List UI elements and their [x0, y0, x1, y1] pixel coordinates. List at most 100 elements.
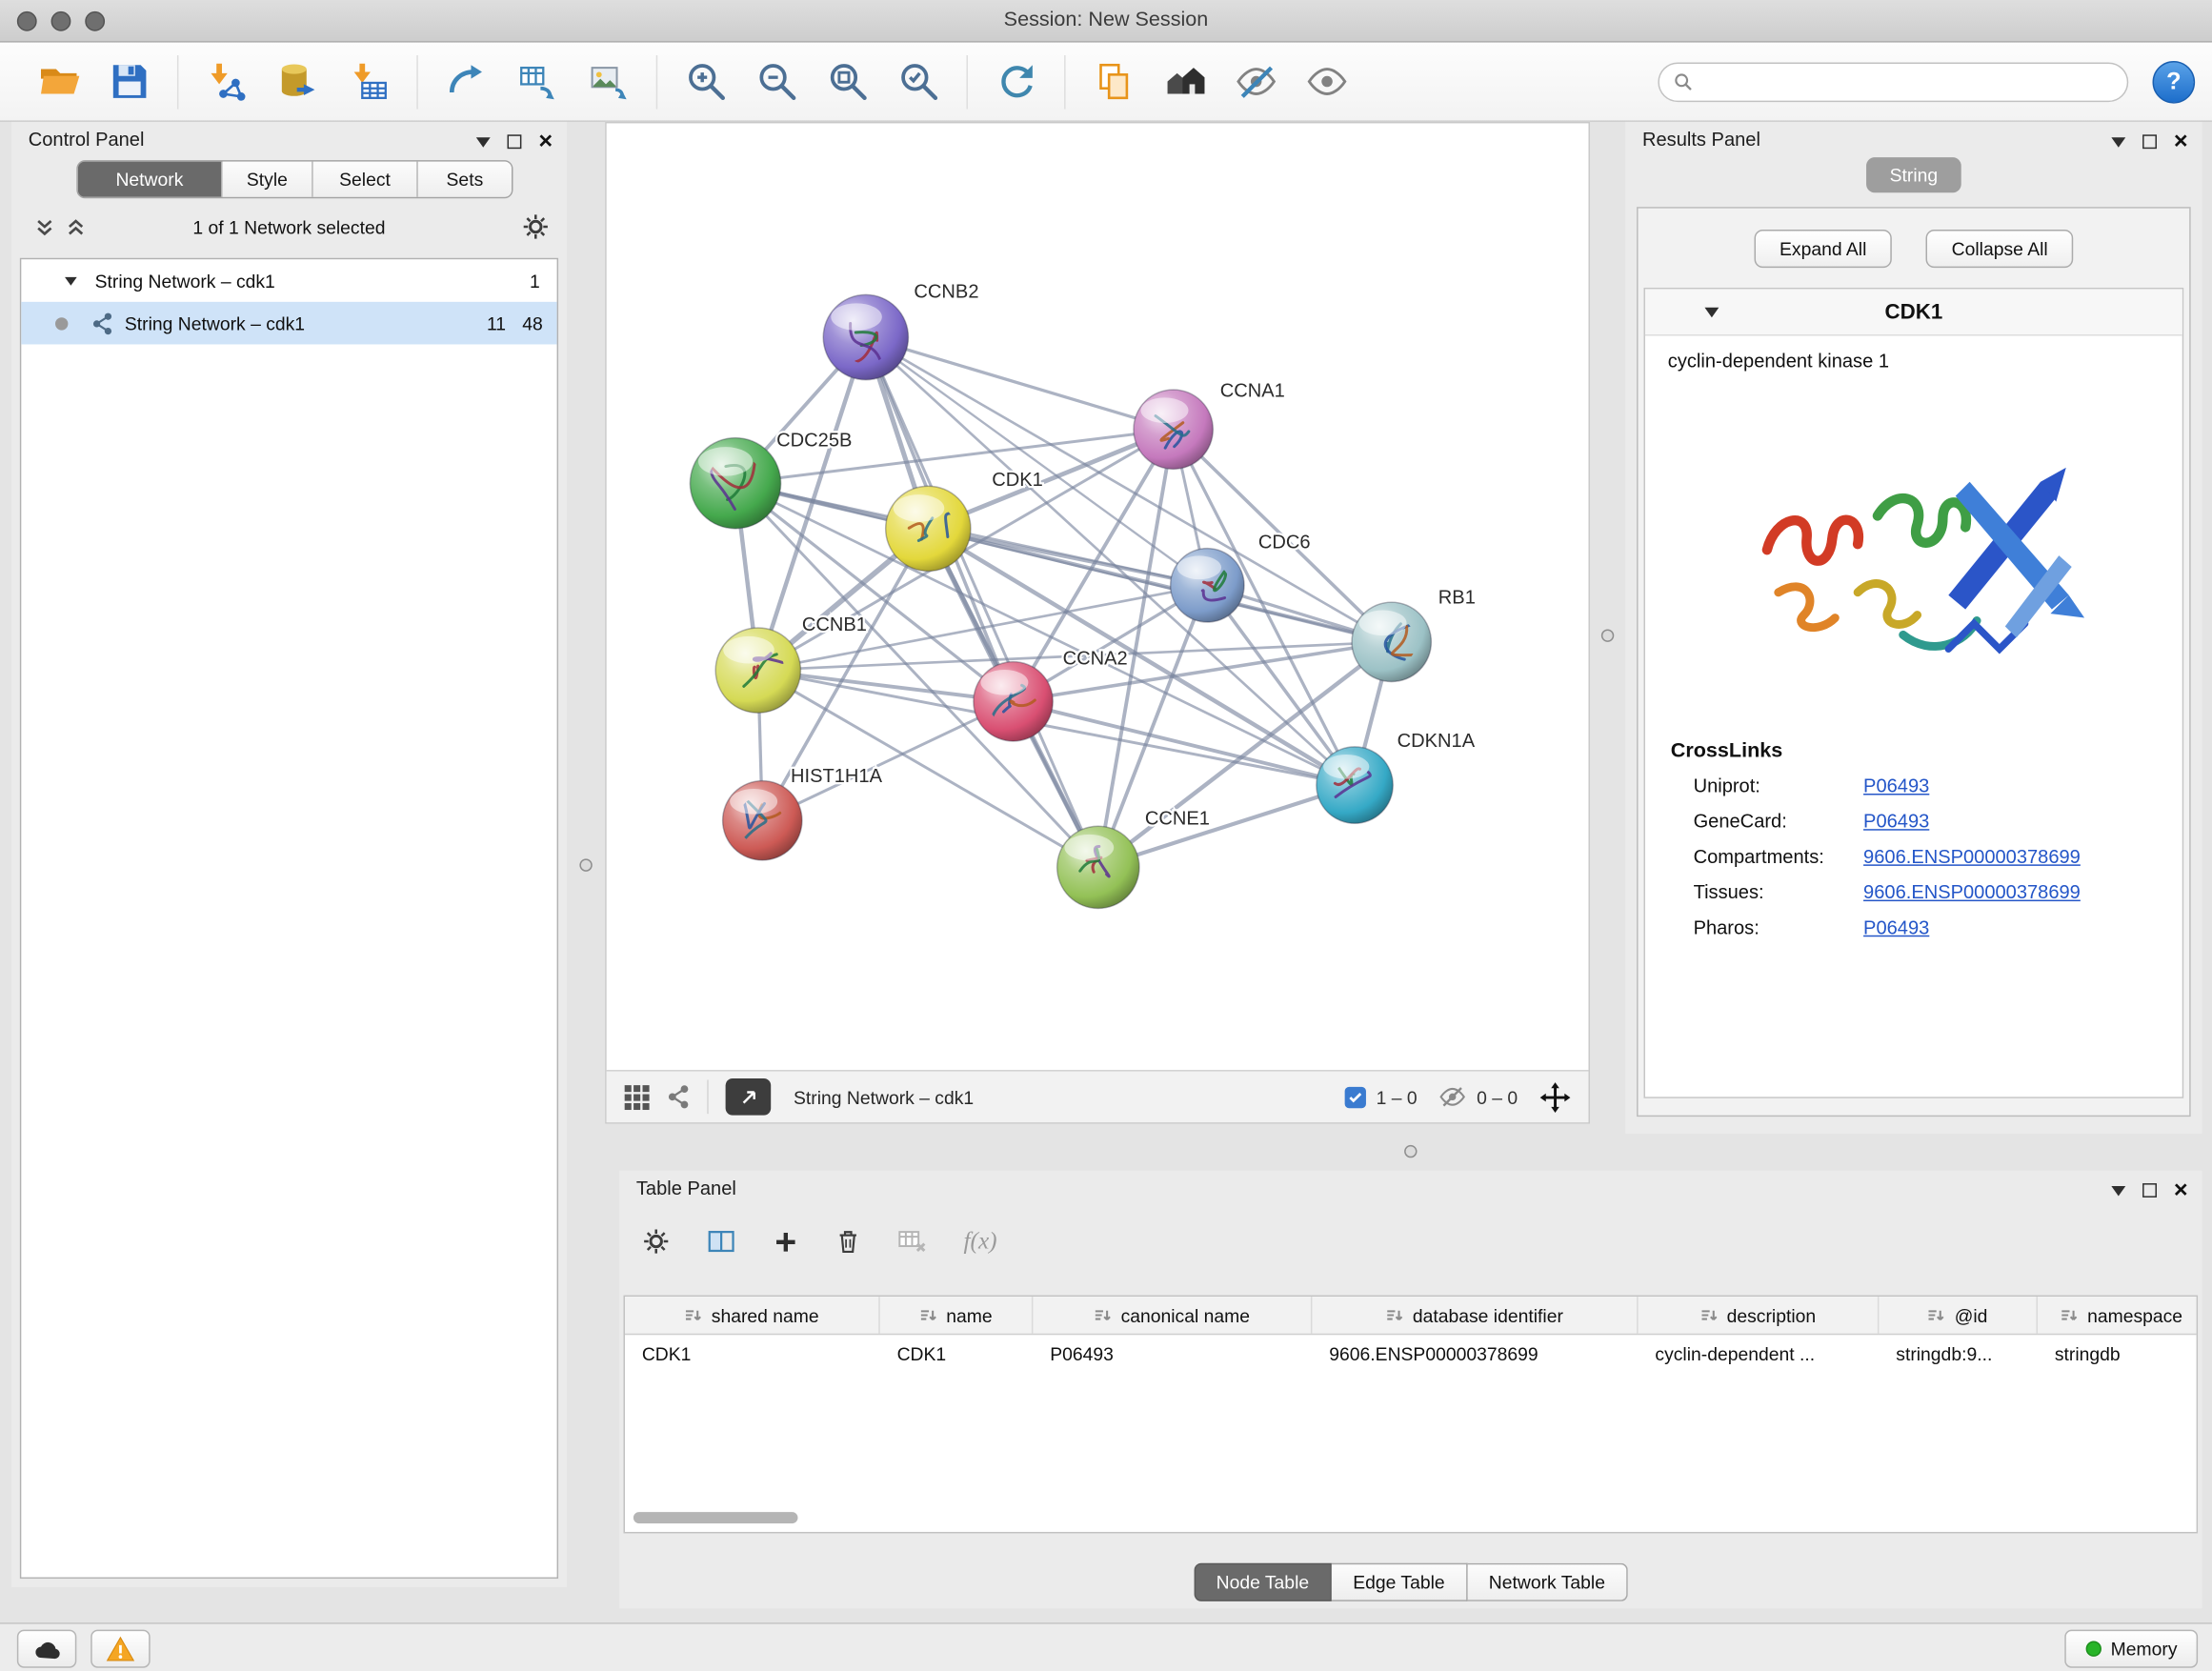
expand-all-button[interactable]: Expand All [1754, 230, 1892, 268]
table-options-gear-icon[interactable] [642, 1227, 671, 1256]
uniprot-link[interactable]: P06493 [1863, 775, 1929, 796]
network-options-gear-icon[interactable] [521, 212, 550, 241]
close-panel-icon[interactable]: × [2174, 133, 2188, 151]
window-minimize-button[interactable] [51, 11, 71, 31]
import-network-file-button[interactable] [194, 49, 259, 113]
crosslink-row: Uniprot: P06493 [1694, 775, 2182, 796]
pharos-link[interactable]: P06493 [1863, 916, 1929, 937]
splitter-handle[interactable] [1404, 1145, 1417, 1158]
horizontal-scrollbar-thumb[interactable] [633, 1512, 798, 1523]
network-collection-row[interactable]: String Network – cdk1 1 [21, 259, 556, 302]
splitter-handle[interactable] [579, 858, 592, 871]
close-panel-icon[interactable]: × [538, 133, 553, 151]
tab-select[interactable]: Select [313, 162, 418, 197]
hidden-eye-icon[interactable] [1438, 1082, 1467, 1111]
collapse-panel-icon[interactable] [476, 137, 491, 147]
network-canvas[interactable]: CCNB2CCNA1CDC25BCDK1CDC6RB1CCNB1CCNA2CDK… [607, 123, 1589, 1070]
network-row[interactable]: String Network – cdk1 11 48 [21, 302, 556, 345]
maximize-panel-icon[interactable] [2142, 1183, 2157, 1198]
help-button[interactable]: ? [2153, 60, 2196, 103]
memory-status-icon [2085, 1641, 2101, 1657]
network-edge[interactable] [762, 701, 1013, 820]
column-header[interactable]: shared name [625, 1297, 880, 1334]
collection-expand-icon[interactable] [65, 276, 77, 285]
column-header[interactable]: database identifier [1312, 1297, 1638, 1334]
zoom-out-button[interactable] [744, 49, 809, 113]
export-image-button[interactable] [575, 49, 640, 113]
window-zoom-button[interactable] [85, 11, 105, 31]
tab-string[interactable]: String [1865, 157, 1961, 192]
window-close-button[interactable] [17, 11, 37, 31]
zoom-in-button[interactable] [674, 49, 738, 113]
maximize-panel-icon[interactable] [508, 134, 522, 149]
duplicate-page-button[interactable] [1081, 49, 1146, 113]
open-session-button[interactable] [26, 49, 90, 113]
column-header[interactable]: namespace [2038, 1297, 2198, 1334]
search-box[interactable] [1658, 62, 2128, 102]
import-table-button[interactable] [336, 49, 401, 113]
network-edge[interactable] [866, 337, 1174, 430]
cell-description[interactable]: cyclin-dependent ... [1639, 1335, 1880, 1373]
tab-network[interactable]: Network [78, 162, 223, 197]
cell-id[interactable]: stringdb:9... [1879, 1335, 2038, 1373]
delete-column-icon[interactable] [835, 1227, 861, 1256]
compartments-link[interactable]: 9606.ENSP00000378699 [1863, 846, 2081, 867]
import-network-database-button[interactable] [265, 49, 330, 113]
tab-style[interactable]: Style [223, 162, 313, 197]
network-selection-status: 1 of 1 Network selected [11, 217, 567, 238]
export-image-icon [586, 59, 630, 103]
cell-namespace[interactable]: stringdb [2038, 1335, 2198, 1373]
hide-edges-button[interactable] [1223, 49, 1288, 113]
open-in-browser-button[interactable] [726, 1078, 772, 1116]
close-panel-icon[interactable]: × [2174, 1182, 2188, 1199]
splitter-handle[interactable] [1601, 629, 1614, 641]
cell-name[interactable]: CDK1 [880, 1335, 1034, 1373]
column-header[interactable]: name [880, 1297, 1034, 1334]
warnings-button[interactable] [90, 1630, 150, 1668]
network-node-label: RB1 [1438, 588, 1476, 609]
collapse-panel-icon[interactable] [2111, 1185, 2125, 1195]
memory-button[interactable]: Memory [2064, 1630, 2198, 1668]
column-header[interactable]: @id [1879, 1297, 2038, 1334]
maximize-panel-icon[interactable] [2142, 134, 2157, 149]
apply-layout-button[interactable] [983, 49, 1048, 113]
selected-checkbox-icon[interactable] [1345, 1086, 1366, 1107]
tab-edge-table[interactable]: Edge Table [1332, 1563, 1468, 1601]
gene-section: CDK1 cyclin-dependent kinase 1 [1644, 288, 2184, 1098]
cloud-button[interactable] [17, 1630, 76, 1668]
birdseye-grid-icon[interactable] [624, 1083, 651, 1110]
zoom-selected-button[interactable] [886, 49, 951, 113]
search-input[interactable] [1703, 70, 2113, 91]
column-header[interactable]: description [1639, 1297, 1880, 1334]
application-window: Session: New Session [0, 0, 2212, 1671]
tab-sets[interactable]: Sets [418, 162, 512, 197]
add-column-icon[interactable] [773, 1228, 799, 1255]
save-session-button[interactable] [96, 49, 161, 113]
warning-icon [105, 1635, 136, 1663]
crosslink-row: Pharos: P06493 [1694, 916, 2182, 937]
collapse-all-button[interactable]: Collapse All [1926, 230, 2074, 268]
tab-network-table[interactable]: Network Table [1467, 1563, 1627, 1601]
genecard-link[interactable]: P06493 [1863, 811, 1929, 832]
show-graphics-button[interactable] [1294, 49, 1358, 113]
import-table-icon [347, 59, 391, 103]
neighborhood-button[interactable] [1152, 49, 1217, 113]
show-columns-icon[interactable] [706, 1227, 737, 1256]
network-from-table-button[interactable] [505, 49, 570, 113]
pan-crosshair-icon[interactable] [1538, 1080, 1571, 1113]
new-network-button[interactable] [433, 49, 498, 113]
function-builder-icon: f(x) [963, 1227, 996, 1256]
share-network-icon[interactable] [668, 1084, 691, 1110]
table-row[interactable]: CDK1 CDK1 P06493 9606.ENSP00000378699 cy… [625, 1335, 2197, 1373]
tab-node-table[interactable]: Node Table [1194, 1563, 1332, 1601]
network-node-label: CCNB2 [914, 281, 978, 302]
collapse-panel-icon[interactable] [2111, 137, 2125, 147]
column-header[interactable]: canonical name [1033, 1297, 1312, 1334]
tissues-link[interactable]: 9606.ENSP00000378699 [1863, 881, 2081, 902]
cell-database-identifier[interactable]: 9606.ENSP00000378699 [1312, 1335, 1638, 1373]
zoom-fit-button[interactable] [814, 49, 879, 113]
cell-canonical-name[interactable]: P06493 [1033, 1335, 1312, 1373]
cell-shared-name[interactable]: CDK1 [625, 1335, 880, 1373]
node-count: 11 [469, 312, 506, 333]
gene-collapse-icon[interactable] [1704, 307, 1719, 316]
